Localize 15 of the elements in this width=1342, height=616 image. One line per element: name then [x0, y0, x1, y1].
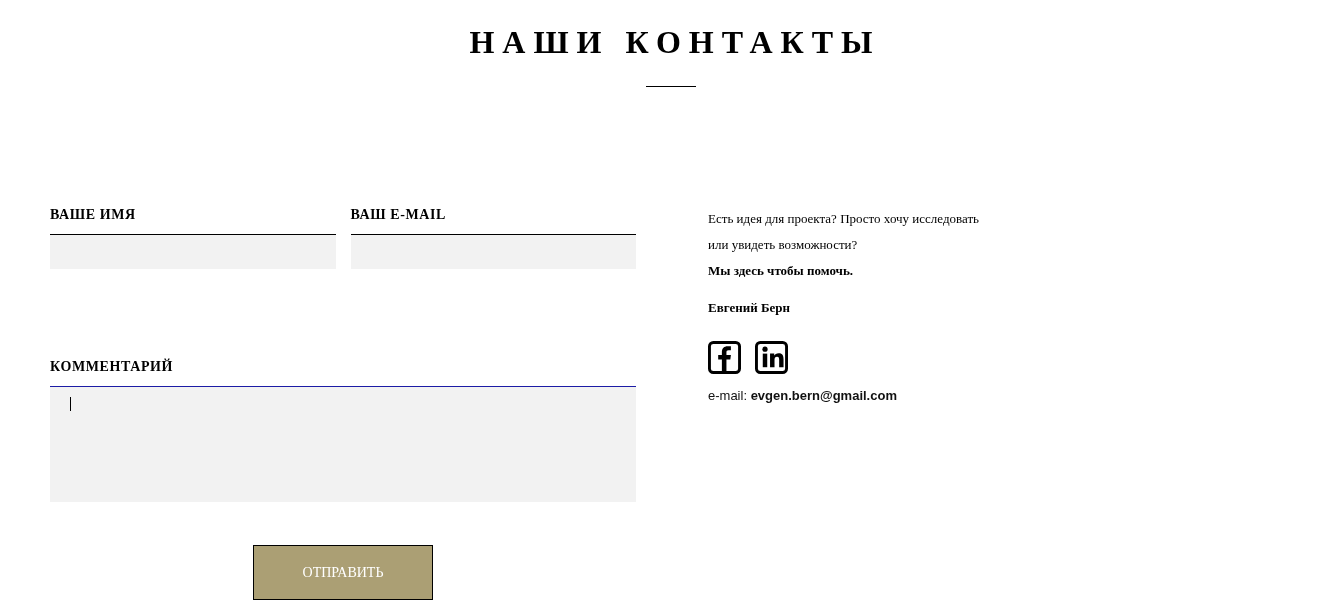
linkedin-icon[interactable] — [755, 341, 788, 374]
text-field[interactable] — [350, 234, 636, 269]
contact-name: Евгений Берн — [708, 299, 791, 317]
text-field[interactable] — [50, 234, 336, 269]
intro-text: Есть идея для проекта? Просто хочу исследовать или увидеть возможности? — [708, 210, 981, 254]
field-label: КОММЕНТАРИЙ — [50, 358, 175, 376]
page-title: НАШИ КОНТАКТЫ — [468, 23, 881, 62]
submit-button[interactable]: ОТПРАВИТЬ — [253, 545, 433, 600]
comment-field[interactable] — [50, 386, 636, 502]
tagline-text: Мы здесь чтобы помочь. — [708, 262, 855, 280]
field-label: ВАШ E-MAIL — [350, 206, 448, 224]
email-text: e-mail: evgen.bern@gmail.com — [708, 387, 898, 405]
text-cursor-icon — [70, 397, 71, 411]
field-label: ВАШЕ ИМЯ — [50, 206, 137, 224]
facebook-icon[interactable] — [708, 341, 741, 374]
